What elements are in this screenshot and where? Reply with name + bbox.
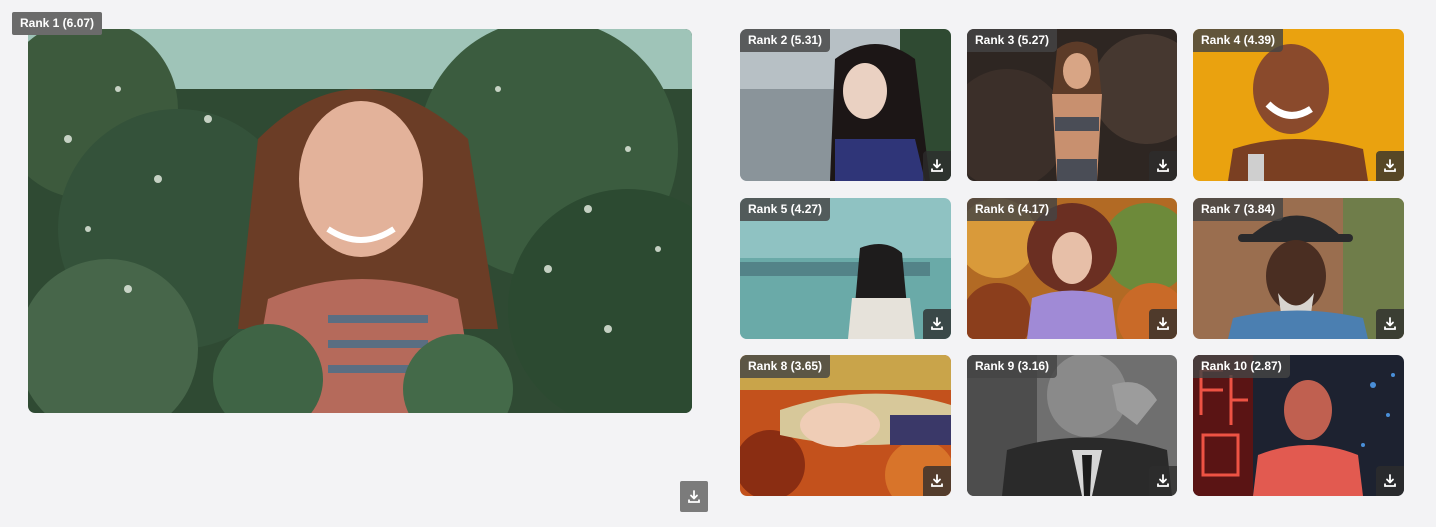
photo-rank-10[interactable]: Rank 10 (2.87) xyxy=(1193,355,1404,496)
download-button[interactable] xyxy=(1376,309,1404,339)
photo-rank-3[interactable]: Rank 3 (5.27) xyxy=(967,29,1177,181)
rank-badge: Rank 4 (4.39) xyxy=(1193,29,1284,52)
download-icon xyxy=(1384,317,1396,330)
photo-rank-4[interactable]: Rank 4 (4.39) xyxy=(1193,29,1404,181)
download-icon xyxy=(1384,474,1396,487)
download-button[interactable] xyxy=(1149,151,1177,181)
rank-badge: Rank 9 (3.16) xyxy=(967,355,1058,378)
download-icon xyxy=(931,317,943,330)
download-button[interactable] xyxy=(923,466,951,496)
download-icon xyxy=(1157,159,1169,172)
download-icon xyxy=(931,474,943,487)
photo-rank-8[interactable]: Rank 8 (3.65) xyxy=(740,355,951,496)
rank-badge: Rank 1 (6.07) xyxy=(12,12,103,35)
download-button[interactable] xyxy=(1149,466,1177,496)
rank-badge: Rank 7 (3.84) xyxy=(1193,198,1284,221)
rank-badge: Rank 6 (4.17) xyxy=(967,198,1058,221)
rank-badge: Rank 10 (2.87) xyxy=(1193,355,1290,378)
download-icon xyxy=(1384,159,1396,172)
photo-rank-2[interactable]: Rank 2 (5.31) xyxy=(740,29,951,181)
rank-badge: Rank 3 (5.27) xyxy=(967,29,1058,52)
download-button[interactable] xyxy=(680,481,708,512)
photo-woman-in-bushes xyxy=(28,29,692,413)
download-icon xyxy=(931,159,943,172)
image-ranking-gallery: Rank 1 (6.07) Rank 2 (5.31) Rank 3 (5.27… xyxy=(0,0,1436,527)
photo-rank-7[interactable]: Rank 7 (3.84) xyxy=(1193,198,1404,339)
download-icon xyxy=(1157,317,1169,330)
download-button[interactable] xyxy=(1376,466,1404,496)
download-icon xyxy=(1157,474,1169,487)
rank-badge: Rank 5 (4.27) xyxy=(740,198,831,221)
photo-rank-9[interactable]: Rank 9 (3.16) xyxy=(967,355,1177,496)
download-button[interactable] xyxy=(923,151,951,181)
download-icon xyxy=(688,489,700,503)
rank-badge: Rank 8 (3.65) xyxy=(740,355,831,378)
download-button[interactable] xyxy=(1376,151,1404,181)
download-button[interactable] xyxy=(923,309,951,339)
photo-rank-1[interactable] xyxy=(28,29,692,413)
rank-badge: Rank 2 (5.31) xyxy=(740,29,831,52)
download-button[interactable] xyxy=(1149,309,1177,339)
photo-rank-6[interactable]: Rank 6 (4.17) xyxy=(967,198,1177,339)
photo-rank-5[interactable]: Rank 5 (4.27) xyxy=(740,198,951,339)
